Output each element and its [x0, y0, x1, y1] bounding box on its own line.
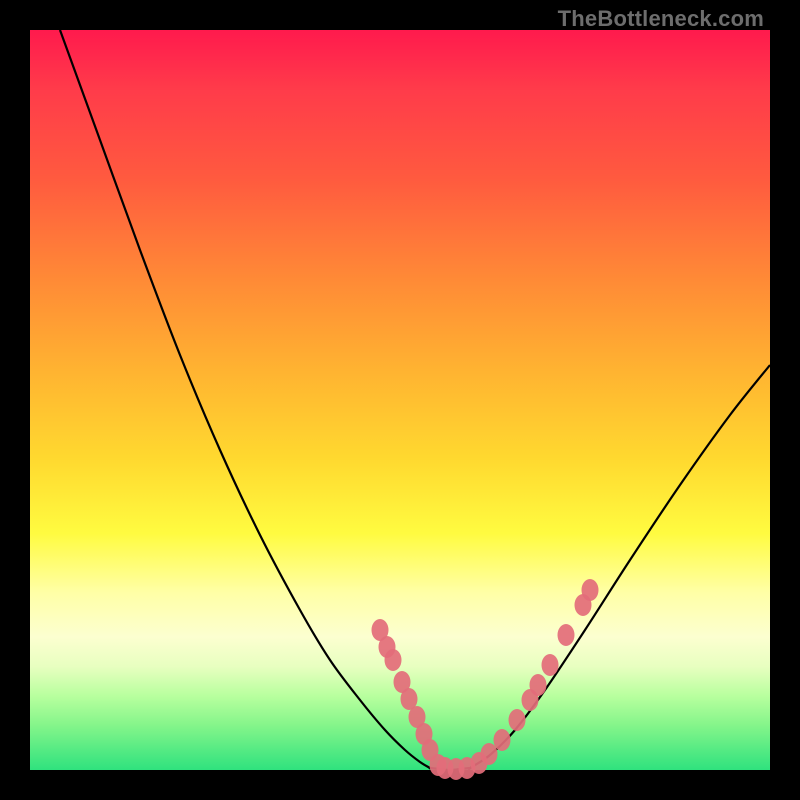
bottleneck-marker-dot	[530, 674, 547, 696]
bottleneck-curve	[60, 30, 770, 770]
bottleneck-marker-dot	[542, 654, 559, 676]
bottleneck-marker-dot	[558, 624, 575, 646]
bottleneck-marker-dot	[494, 729, 511, 751]
bottleneck-marker-dot	[509, 709, 526, 731]
bottleneck-marker-dot	[385, 649, 402, 671]
bottleneck-curve-path	[60, 30, 770, 770]
bottleneck-marker-dot	[582, 579, 599, 601]
chart-frame	[30, 30, 770, 770]
bottleneck-curve-svg	[30, 30, 770, 770]
bottleneck-marker-dot	[481, 743, 498, 765]
watermark-text: TheBottleneck.com	[558, 6, 764, 32]
